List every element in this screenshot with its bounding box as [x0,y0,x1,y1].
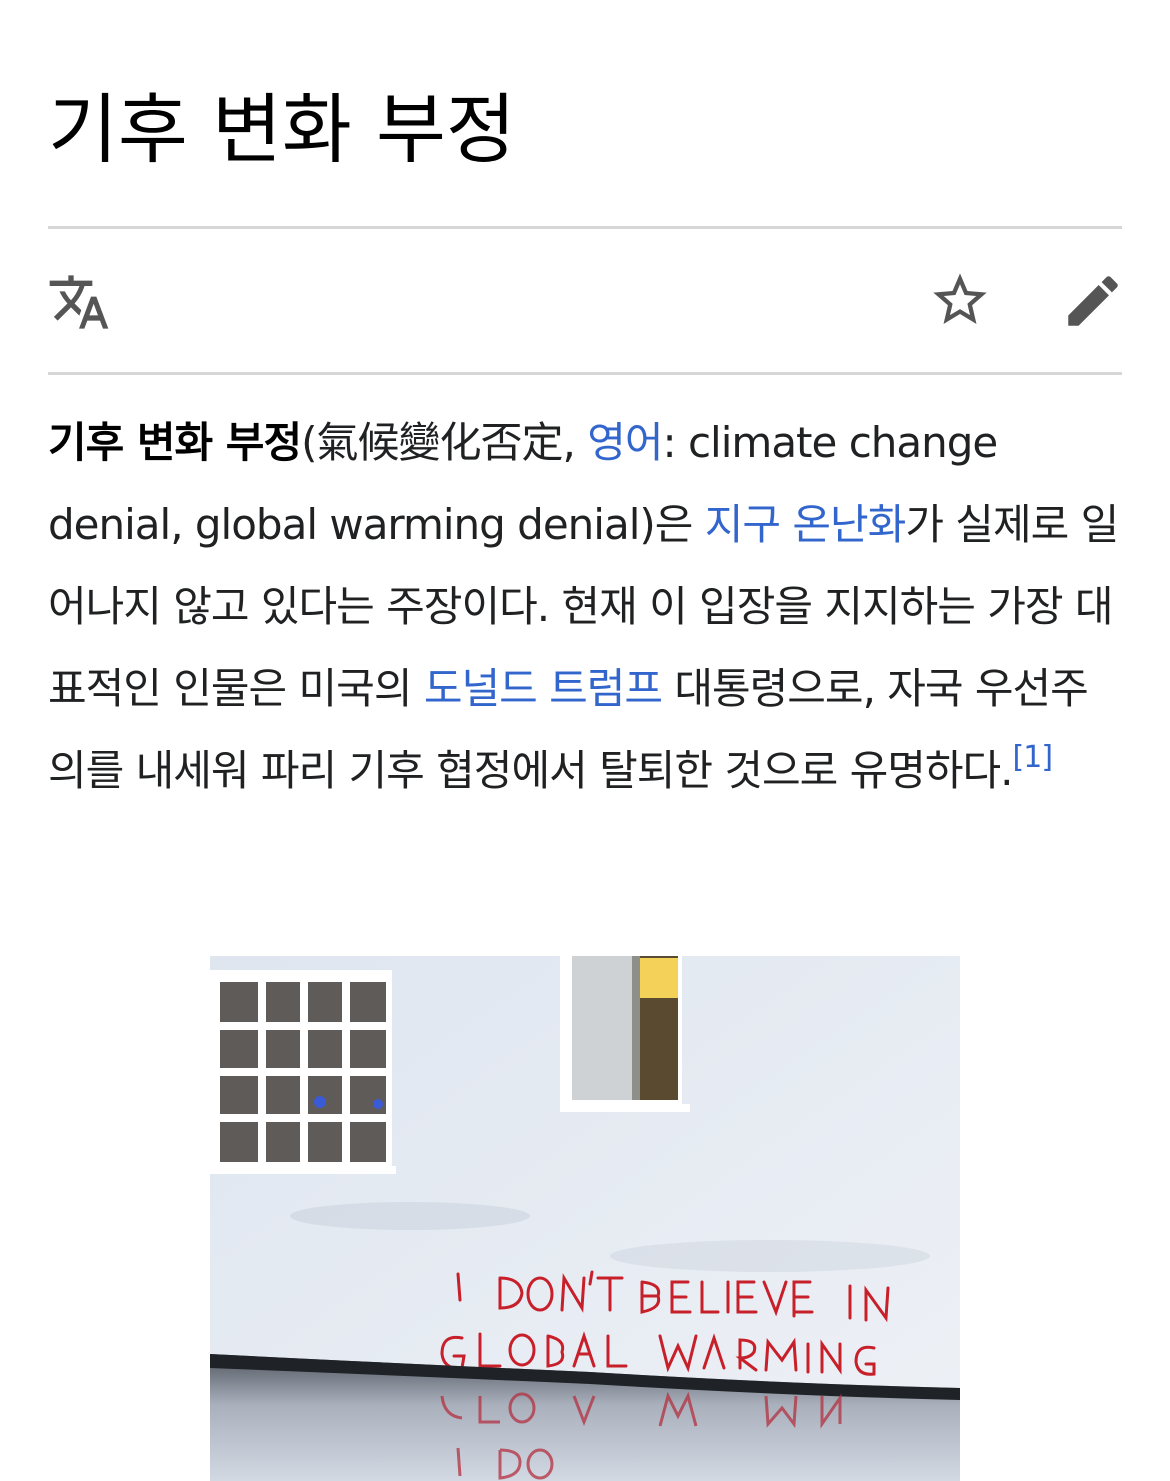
edit-button[interactable] [1060,268,1126,334]
graffiti-wall-photo [210,956,960,1481]
translate-icon [49,275,109,329]
title-divider [48,226,1122,229]
language-button[interactable] [46,270,112,334]
star-icon [933,273,987,324]
page-title: 기후 변화 부정 [48,85,516,174]
global-warming-link[interactable]: 지구 온난화 [705,500,907,549]
english-language-link[interactable]: 영어 [587,418,663,467]
watch-star-button[interactable] [928,268,992,332]
lead-hanja: (氣候變化否定, [301,418,588,467]
donald-trump-link[interactable]: 도널드 트럼프 [424,664,663,713]
lead-term: 기후 변화 부정 [48,418,302,467]
lead-paragraph: 기후 변화 부정(氣候變化否定, 영어: climate change deni… [48,402,1122,812]
pencil-icon [1068,276,1118,326]
toolbar-divider [48,372,1122,375]
reference-link-1[interactable]: [1] [1013,740,1053,775]
article-image[interactable] [210,956,960,1481]
